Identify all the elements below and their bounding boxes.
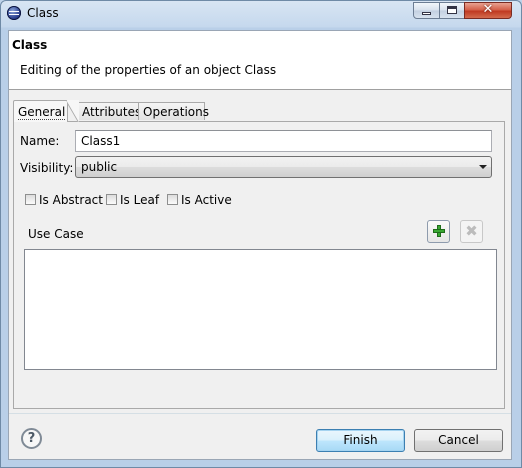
finish-button[interactable]: Finish — [316, 429, 405, 452]
dialog-header: Class Editing of the properties of an ob… — [9, 31, 511, 90]
help-button[interactable]: ? — [21, 428, 42, 449]
tab-general-label: General — [18, 105, 66, 120]
visibility-select[interactable]: public — [75, 156, 492, 178]
maximize-icon — [447, 6, 457, 14]
window-title: Class — [27, 6, 59, 20]
dialog-window: Class ✕ Class Editing of the properties … — [0, 0, 522, 468]
dialog-client-area: Class Editing of the properties of an ob… — [8, 30, 512, 460]
is-leaf-checkbox[interactable]: Is Leaf — [106, 192, 159, 207]
tab-attributes[interactable]: Attributes — [77, 102, 141, 120]
cancel-button[interactable]: Cancel — [414, 429, 503, 452]
is-active-checkbox[interactable]: Is Active — [167, 192, 232, 207]
tab-general[interactable]: General — [13, 100, 68, 122]
is-leaf-label: Is Leaf — [120, 192, 160, 207]
use-case-list[interactable] — [24, 249, 497, 370]
name-label: Name: — [20, 134, 60, 148]
close-button[interactable]: ✕ — [464, 2, 512, 19]
tab-notch — [67, 100, 79, 122]
is-abstract-checkbox[interactable]: Is Abstract — [25, 192, 103, 207]
is-abstract-label: Is Abstract — [39, 192, 103, 207]
checkbox-box[interactable] — [106, 194, 117, 205]
add-use-case-button[interactable] — [427, 220, 450, 243]
header-title: Class — [12, 38, 48, 52]
checkbox-box[interactable] — [25, 194, 36, 205]
footer-divider — [9, 413, 511, 414]
delete-icon: ✖ — [465, 222, 478, 240]
name-input[interactable] — [75, 130, 492, 152]
close-icon: ✕ — [482, 2, 494, 17]
maximize-button[interactable] — [439, 2, 465, 19]
title-bar[interactable]: Class ✕ — [1, 1, 521, 27]
minimize-icon — [422, 12, 431, 15]
help-icon: ? — [27, 431, 36, 446]
checkbox-box[interactable] — [167, 194, 178, 205]
plus-icon — [433, 225, 445, 237]
visibility-selected-value: public — [81, 160, 118, 174]
use-case-label: Use Case — [28, 227, 84, 241]
visibility-label: Visibility: — [20, 161, 74, 175]
tab-attributes-label: Attributes — [82, 105, 142, 119]
remove-use-case-button[interactable]: ✖ — [460, 220, 483, 243]
tab-operations[interactable]: Operations — [138, 102, 209, 120]
is-active-label: Is Active — [181, 192, 232, 207]
chevron-down-icon — [479, 165, 487, 169]
header-message: Editing of the properties of an object C… — [20, 63, 277, 77]
eclipse-app-icon — [7, 6, 21, 20]
tab-operations-label: Operations — [143, 105, 209, 119]
minimize-button[interactable] — [413, 2, 440, 19]
